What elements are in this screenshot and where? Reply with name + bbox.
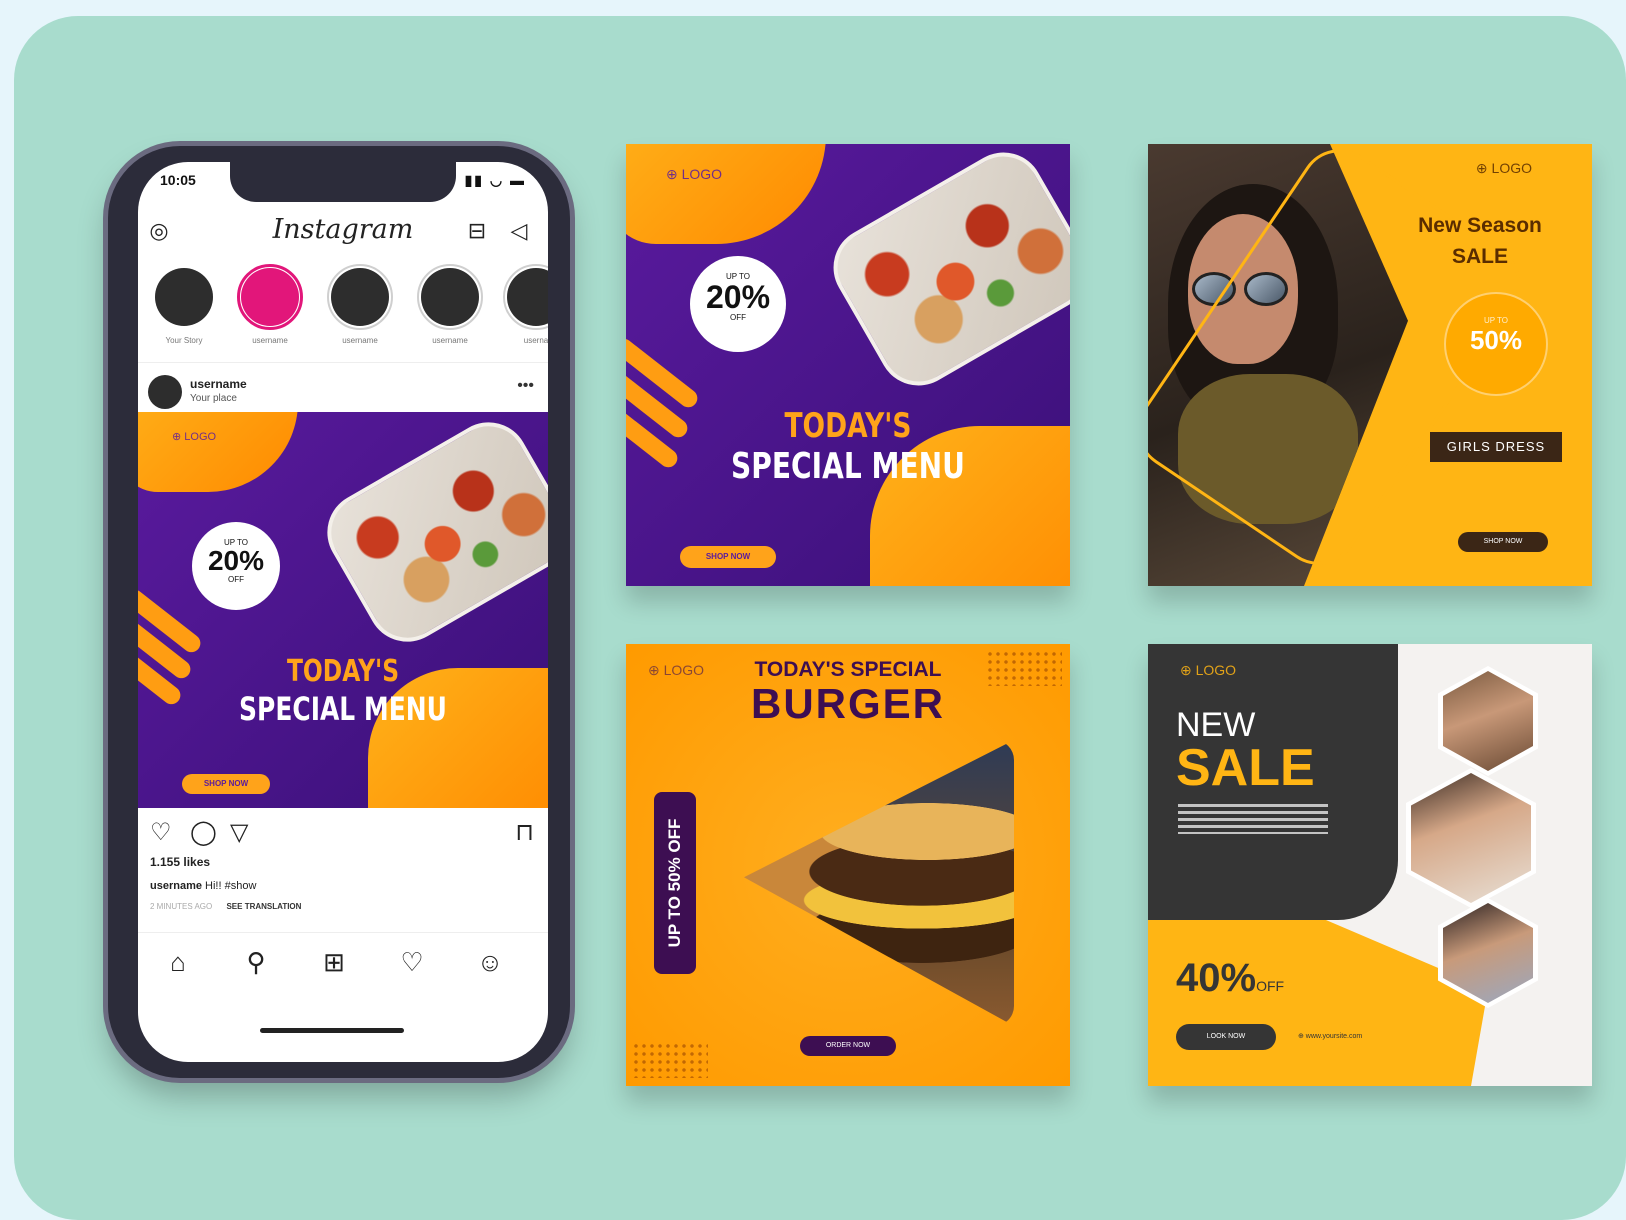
brand-logo: ⊕ LOGO — [1475, 160, 1532, 176]
more-icon[interactable]: ••• — [517, 377, 534, 395]
shop-now-button[interactable]: SHOP NOW — [1458, 532, 1548, 552]
headline-top: TODAY'S — [286, 654, 400, 689]
stories-bar: Your Story username username username us… — [146, 264, 548, 352]
post-location[interactable]: Your place — [190, 393, 237, 404]
post-meta: 2 MINUTES AGO SEE TRANSLATION — [150, 902, 301, 911]
status-time: 10:05 — [160, 172, 196, 188]
story-label: userna — [523, 336, 548, 345]
headline-bottom: SPECIAL MENU — [239, 690, 447, 728]
post-actions: ♡ ◯ ▽ ⊓ — [138, 814, 548, 854]
avatar[interactable] — [148, 375, 182, 409]
story-label: username — [432, 336, 468, 345]
post-timestamp: 2 MINUTES AGO — [150, 902, 213, 911]
shop-now-button[interactable]: SHOP NOW — [182, 774, 270, 794]
discount-badge: UP TO 20% OFF — [690, 256, 786, 352]
burger-promo-card[interactable]: ⊕ LOGO TODAY'S SPECIAL BURGER UP TO 50% … — [626, 644, 1070, 1086]
story-item[interactable]: userna — [498, 264, 548, 345]
avatar — [155, 268, 213, 326]
headline-top: TODAY'S SPECIAL — [754, 658, 942, 681]
decor-dots — [632, 1042, 708, 1078]
burger-photo — [744, 740, 1014, 1026]
brand-logo: ⊕ LOGO — [172, 431, 217, 443]
order-now-button[interactable]: ORDER NOW — [800, 1036, 896, 1056]
story-item[interactable]: username — [322, 264, 398, 345]
caption-text: Hi!! #show — [205, 880, 257, 892]
heart-icon[interactable]: ♡ — [392, 947, 432, 978]
story-item[interactable]: Your Story — [146, 264, 222, 345]
decor-shape — [368, 668, 548, 808]
comment-icon[interactable]: ◯ — [190, 818, 217, 847]
bookmark-icon[interactable]: ⊓ — [515, 818, 534, 847]
story-item[interactable]: username — [412, 264, 488, 345]
brand-logo: ⊕ LOGO — [1180, 662, 1237, 678]
avatar — [421, 268, 479, 326]
status-icons: ▮▮ ◡ ▬ — [464, 172, 526, 188]
share-icon[interactable]: ▽ — [230, 818, 248, 847]
profile-icon[interactable]: ☺ — [470, 947, 510, 978]
story-item[interactable]: username — [232, 264, 308, 345]
avatar — [241, 268, 299, 326]
model-photo — [1438, 666, 1538, 776]
food-photo — [818, 144, 1070, 401]
ig-header: ◎ Instagram ⊟ ◁ — [138, 210, 548, 254]
body-text-placeholder — [1178, 804, 1328, 834]
see-translation-link[interactable]: SEE TRANSLATION — [226, 902, 301, 911]
search-icon[interactable]: ⚲ — [236, 947, 276, 978]
bottom-nav: ⌂ ⚲ ⊞ ♡ ☺ — [138, 932, 548, 992]
headline: New Season SALE — [1390, 210, 1570, 272]
like-icon[interactable]: ♡ — [150, 818, 172, 847]
phone-screen: 10:05 ▮▮ ◡ ▬ ◎ Instagram ⊟ ◁ Your Story … — [138, 162, 548, 1062]
headline-top: New Season — [1418, 214, 1542, 237]
post-caption: username Hi!! #show — [150, 880, 256, 892]
story-label: username — [342, 336, 378, 345]
model-photo — [1406, 768, 1536, 908]
caption-username[interactable]: username — [150, 880, 202, 892]
add-icon[interactable]: ⊞ — [314, 947, 354, 978]
shop-now-button[interactable]: SHOP NOW — [680, 546, 776, 568]
story-label: username — [252, 336, 288, 345]
category-tag: GIRLS DRESS — [1430, 432, 1562, 462]
discount-badge: UP TO 20% OFF — [192, 522, 280, 610]
avatar — [507, 268, 548, 326]
brand-logo: ⊕ LOGO — [666, 166, 723, 182]
avatar — [331, 268, 389, 326]
likes-count[interactable]: 1.155 likes — [150, 855, 210, 869]
home-icon[interactable]: ⌂ — [158, 947, 198, 978]
discount-text: 40%OFF — [1176, 956, 1285, 1000]
look-now-button[interactable]: LOOK NOW — [1176, 1024, 1276, 1050]
post-header: username Your place ••• — [138, 362, 548, 412]
phone-notch — [230, 162, 456, 202]
headline-bottom: SPECIAL MENU — [731, 446, 965, 487]
food-photo — [312, 412, 548, 657]
home-indicator — [260, 1028, 404, 1033]
website-link[interactable]: ⊕ www.yoursite.com — [1298, 1032, 1362, 1040]
story-label: Your Story — [165, 336, 203, 345]
post-username[interactable]: username — [190, 377, 247, 391]
headline-bottom: SALE — [1451, 245, 1508, 268]
discount-badge: UP TO 50% — [1444, 292, 1548, 396]
new-sale-card[interactable]: ⊕ LOGO NEW SALE 40%OFF LOOK NOW ⊕ www.yo… — [1148, 644, 1592, 1086]
headline-bottom: SALE — [1176, 739, 1315, 797]
fashion-sale-card[interactable]: ⊕ LOGO New Season SALE UP TO 50% GIRLS D… — [1148, 144, 1592, 586]
decor-shape — [626, 144, 826, 244]
headline-bottom: BURGER — [750, 680, 945, 727]
discount-banner: UP TO 50% OFF — [654, 792, 696, 974]
decor-shape — [138, 412, 298, 492]
food-promo-card[interactable]: ⊕ LOGO UP TO 20% OFF TODAY'S SPECIAL MEN… — [626, 144, 1070, 586]
send-icon[interactable]: ◁ — [506, 218, 532, 244]
post-image[interactable]: ⊕ LOGO UP TO 20% OFF TODAY'S SPECIAL MEN… — [138, 412, 548, 808]
igtv-icon[interactable]: ⊟ — [464, 218, 490, 244]
headline-top: TODAY'S — [784, 406, 912, 446]
